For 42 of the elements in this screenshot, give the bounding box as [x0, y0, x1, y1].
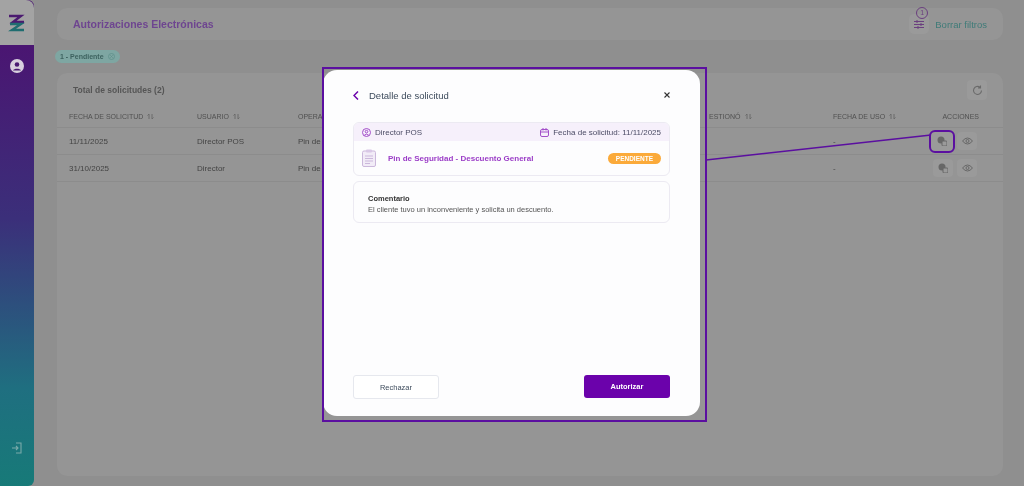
sort-icon[interactable]: [889, 112, 897, 120]
user-icon[interactable]: [10, 59, 24, 73]
table-title: Total de solicitudes (2): [73, 85, 165, 95]
close-button[interactable]: [664, 92, 670, 98]
table-cell: Director POS: [197, 136, 245, 146]
refresh-button[interactable]: [967, 80, 987, 100]
sliders-icon: [914, 19, 925, 29]
user-icon: [362, 127, 371, 137]
operation-name: Pin de Seguridad - Descuento General: [388, 153, 535, 163]
table-cell: Director: [197, 163, 225, 173]
filter-button[interactable]: [909, 14, 930, 34]
sort-icon[interactable]: [232, 112, 240, 120]
refresh-icon: [971, 84, 983, 96]
table-cell: -: [833, 163, 836, 173]
calendar-icon: [540, 127, 550, 137]
table-cell: -: [833, 136, 836, 146]
clipboard-icon: [362, 149, 376, 167]
request-date: Fecha de solicitud: 11/11/2025: [553, 127, 661, 137]
chevron-left-icon: [353, 90, 359, 100]
table-cell: 11/11/2025: [69, 136, 108, 146]
remove-icon[interactable]: [107, 53, 115, 60]
table-cell: 31/10/2025: [69, 163, 110, 173]
table-cell: Pin de: [298, 163, 321, 173]
logout-icon[interactable]: [11, 442, 23, 454]
requester-name: Director POS: [375, 127, 423, 137]
check-badge-icon: [938, 163, 948, 173]
check-badge-icon: [937, 136, 947, 146]
authorize-button[interactable]: [933, 159, 953, 177]
dialog-title: Detalle de solicitud: [369, 89, 450, 101]
view-button[interactable]: [957, 131, 977, 150]
view-button[interactable]: [957, 159, 977, 177]
table-cell: Pin de: [298, 136, 321, 146]
eye-icon: [961, 164, 973, 172]
clear-filters-link[interactable]: Borrar filtros: [935, 18, 987, 30]
close-icon: [664, 92, 670, 98]
logo-icon[interactable]: [7, 13, 27, 32]
eye-icon: [961, 136, 973, 145]
back-button[interactable]: [353, 90, 359, 100]
authorize-button[interactable]: [931, 131, 953, 151]
page-title: Autorizaciones Electrónicas: [73, 18, 214, 30]
sort-icon[interactable]: [147, 112, 155, 120]
sort-icon[interactable]: [744, 112, 752, 120]
